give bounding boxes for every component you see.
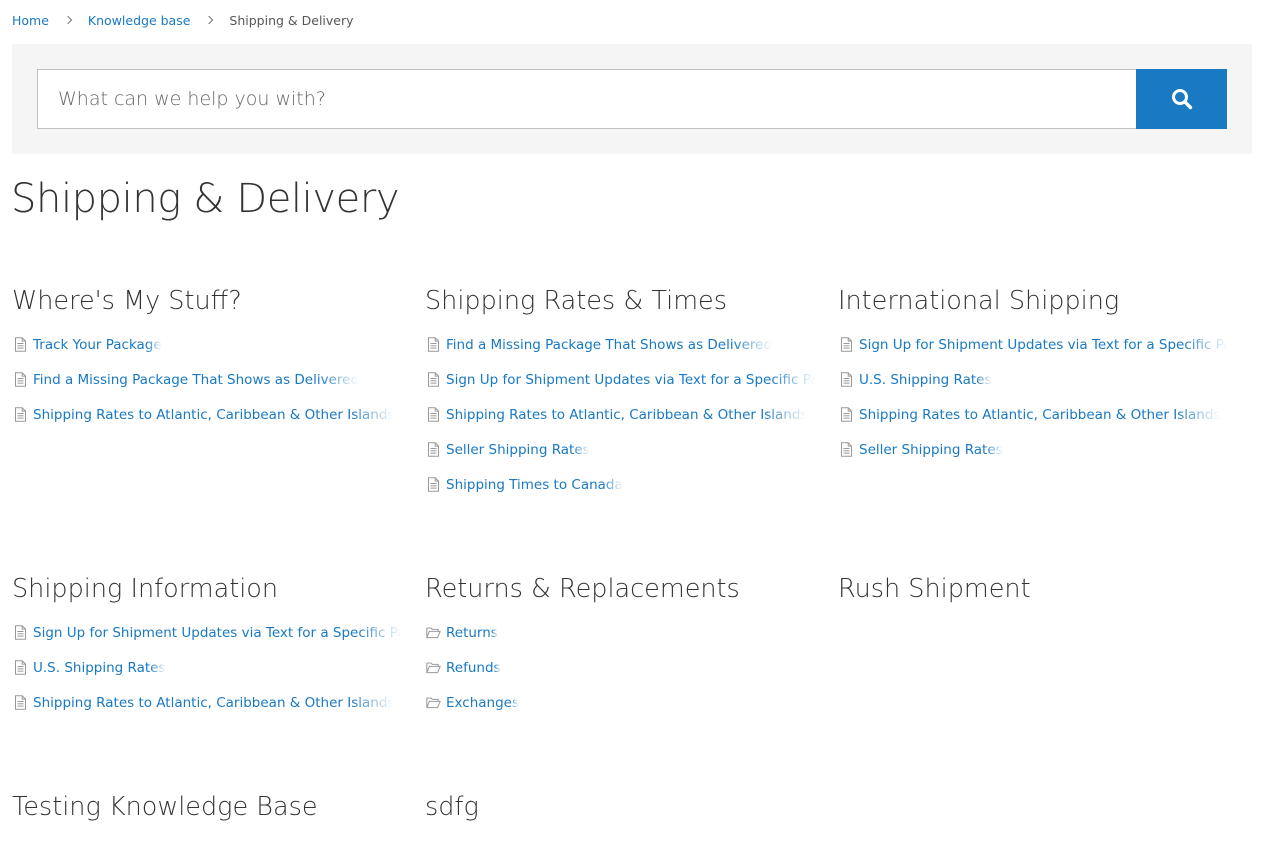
list-item: Seller Shipping Rates xyxy=(838,432,1228,467)
category-section: Rush Shipment xyxy=(838,573,1228,605)
article-list: Returns Refunds Exchanges xyxy=(425,615,815,720)
list-item: Seller Shipping Rates xyxy=(425,432,815,467)
document-icon xyxy=(425,442,441,458)
category-link[interactable]: Returns xyxy=(446,625,498,641)
list-item: Find a Missing Package That Shows as Del… xyxy=(12,362,402,397)
article-link[interactable]: Shipping Times to Canada xyxy=(446,477,623,493)
article-link[interactable]: Shipping Rates to Atlantic, Caribbean & … xyxy=(33,695,394,711)
category-link[interactable]: Exchanges xyxy=(446,695,519,711)
category-section: Where's My Stuff? Track Your Package Find … xyxy=(12,285,402,432)
article-link[interactable]: U.S. Shipping Rates xyxy=(33,660,166,676)
breadcrumb-home-link[interactable]: Home xyxy=(12,13,49,28)
list-item: Returns xyxy=(425,615,815,650)
category-section: sdfg xyxy=(425,791,815,823)
section-title: Rush Shipment xyxy=(838,574,1031,604)
document-icon xyxy=(838,372,854,388)
search-icon xyxy=(1171,88,1193,110)
document-icon xyxy=(838,337,854,353)
list-item: U.S. Shipping Rates xyxy=(12,650,402,685)
document-icon xyxy=(12,625,28,641)
chevron-right-icon xyxy=(205,15,214,25)
article-list: Sign Up for Shipment Updates via Text fo… xyxy=(12,615,402,720)
article-link[interactable]: U.S. Shipping Rates xyxy=(859,372,992,388)
list-item: Shipping Rates to Atlantic, Caribbean & … xyxy=(425,397,815,432)
list-item: Exchanges xyxy=(425,685,815,720)
article-link[interactable]: Shipping Rates to Atlantic, Caribbean & … xyxy=(859,407,1220,423)
document-icon xyxy=(12,372,28,388)
list-item: Shipping Rates to Atlantic, Caribbean & … xyxy=(838,397,1228,432)
category-section: Shipping Rates & Times Find a Missing Pac… xyxy=(425,285,815,502)
document-icon xyxy=(425,477,441,493)
breadcrumb: Home Knowledge base Shipping & Delivery xyxy=(12,11,354,29)
list-item: Shipping Times to Canada xyxy=(425,467,815,502)
document-icon xyxy=(425,372,441,388)
article-link[interactable]: Seller Shipping Rates xyxy=(859,442,1003,458)
section-title: Returns & Replacements xyxy=(425,574,740,604)
page-title: Shipping & Delivery xyxy=(11,176,400,222)
article-link[interactable]: Sign Up for Shipment Updates via Text fo… xyxy=(859,337,1228,353)
document-icon xyxy=(12,407,28,423)
document-icon xyxy=(12,660,28,676)
category-section: Shipping Information Sign Up for Shipment… xyxy=(12,573,402,720)
list-item: Refunds xyxy=(425,650,815,685)
folder-icon xyxy=(425,660,441,676)
list-item: Shipping Rates to Atlantic, Caribbean & … xyxy=(12,397,402,432)
article-link[interactable]: Find a Missing Package That Shows as Del… xyxy=(446,337,772,353)
list-item: Sign Up for Shipment Updates via Text fo… xyxy=(425,362,815,397)
section-title: Testing Knowledge Base xyxy=(12,792,318,822)
document-icon xyxy=(425,337,441,353)
document-icon xyxy=(12,337,28,353)
breadcrumb-current: Shipping & Delivery xyxy=(229,12,354,28)
article-link[interactable]: Sign Up for Shipment Updates via Text fo… xyxy=(446,372,815,388)
article-link[interactable]: Seller Shipping Rates xyxy=(446,442,590,458)
article-list: Find a Missing Package That Shows as Del… xyxy=(425,327,815,502)
section-title: International Shipping xyxy=(838,286,1120,316)
folder-icon xyxy=(425,695,441,711)
list-item: Sign Up for Shipment Updates via Text fo… xyxy=(12,615,402,650)
list-item: U.S. Shipping Rates xyxy=(838,362,1228,397)
category-section: International Shipping Sign Up for Shipme… xyxy=(838,285,1228,467)
list-item: Track Your Package xyxy=(12,327,402,362)
search-panel xyxy=(12,44,1252,154)
article-link[interactable]: Shipping Rates to Atlantic, Caribbean & … xyxy=(446,407,807,423)
category-section: Testing Knowledge Base xyxy=(12,791,402,823)
section-title: sdfg xyxy=(425,792,479,822)
chevron-right-icon xyxy=(63,15,73,25)
list-item: Shipping Rates to Atlantic, Caribbean & … xyxy=(12,685,402,720)
article-list: Sign Up for Shipment Updates via Text fo… xyxy=(838,327,1228,467)
article-link[interactable]: Sign Up for Shipment Updates via Text fo… xyxy=(33,625,402,641)
search-input[interactable] xyxy=(37,69,1137,129)
document-icon xyxy=(838,407,854,423)
category-link[interactable]: Refunds xyxy=(446,660,501,676)
list-item: Sign Up for Shipment Updates via Text fo… xyxy=(838,327,1228,362)
article-link[interactable]: Shipping Rates to Atlantic, Caribbean & … xyxy=(33,407,394,423)
search-button[interactable] xyxy=(1136,69,1227,129)
breadcrumb-knowledge-base-link[interactable]: Knowledge base xyxy=(88,13,190,28)
section-title: Shipping Information xyxy=(12,574,279,604)
section-title: Where's My Stuff? xyxy=(12,286,242,316)
document-icon xyxy=(12,695,28,711)
article-link[interactable]: Track Your Package xyxy=(33,337,162,353)
document-icon xyxy=(838,442,854,458)
folder-icon xyxy=(425,625,441,641)
document-icon xyxy=(425,407,441,423)
article-link[interactable]: Find a Missing Package That Shows as Del… xyxy=(33,372,359,388)
list-item: Find a Missing Package That Shows as Del… xyxy=(425,327,815,362)
article-list: Track Your Package Find a Missing Package… xyxy=(12,327,402,432)
section-title: Shipping Rates & Times xyxy=(425,286,728,316)
category-section: Returns & Replacements Returns Refunds Exch… xyxy=(425,573,815,720)
